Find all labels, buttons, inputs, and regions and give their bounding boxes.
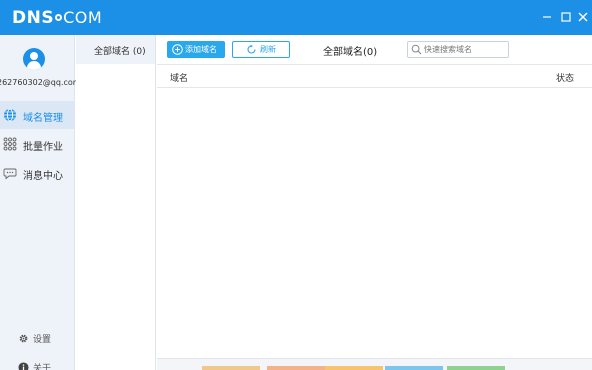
info-icon: [18, 362, 29, 370]
minimize-button[interactable]: [540, 10, 554, 24]
page-title: 全部域名(0): [323, 47, 378, 58]
bottom-bar-segment: [385, 366, 443, 370]
domain-table-body: [157, 88, 592, 358]
close-button[interactable]: [576, 10, 590, 24]
refresh-label: 刷新: [260, 45, 276, 54]
gear-icon: [19, 334, 28, 343]
bottom-bar-segment: [325, 366, 383, 370]
search-icon: [411, 44, 422, 55]
refresh-button[interactable]: 刷新: [232, 41, 290, 58]
domain-group-list: 全部域名 (0): [76, 35, 156, 370]
bottom-bar-segment: [447, 366, 505, 370]
bottom-bar-segment: [202, 366, 260, 370]
grid-dots-icon: [3, 137, 17, 151]
add-domain-label: 添加域名: [185, 45, 217, 54]
nav-item-label: 域名管理: [23, 113, 63, 124]
about-label: 关于: [33, 364, 52, 370]
globe-icon: [4, 108, 16, 122]
main-panel: 添加域名 刷新 全部域名(0) 域名 状态: [157, 35, 592, 370]
add-domain-button[interactable]: 添加域名: [167, 41, 225, 58]
avatar-body-shape: [27, 61, 41, 70]
avatar[interactable]: [23, 48, 45, 70]
refresh-icon: [247, 44, 256, 54]
group-item-all-domains[interactable]: 全部域名 (0): [76, 35, 155, 64]
bottom-bar: [157, 358, 592, 370]
maximize-icon: [561, 12, 571, 22]
app-logo: DNS COM: [12, 8, 102, 28]
group-item-label: 全部域名 (0): [94, 47, 146, 57]
avatar-head-shape: [30, 52, 38, 60]
column-header-domain: 域名: [170, 74, 189, 84]
plus-circle-icon: [172, 44, 183, 55]
title-bar: DNS COM: [0, 0, 592, 35]
nav-item-label: 批量作业: [23, 142, 63, 153]
nav-item-domain-management[interactable]: 域名管理: [0, 101, 75, 129]
search-box[interactable]: [407, 41, 509, 58]
close-icon: [578, 12, 588, 22]
table-header: 域名 状态: [157, 64, 592, 88]
nav-item-label: 消息中心: [23, 171, 63, 182]
maximize-button[interactable]: [559, 10, 573, 24]
logo-suffix: COM: [63, 8, 103, 27]
column-header-status: 状态: [556, 74, 575, 84]
search-input[interactable]: [424, 43, 506, 56]
toolbar: 添加域名 刷新 全部域名(0): [157, 35, 592, 64]
bottom-bar-segment: [267, 366, 325, 370]
chat-bubble-icon: [3, 168, 17, 180]
logo-main: DNS: [12, 8, 55, 28]
account-email: 262760302@qq.com: [0, 78, 77, 87]
logo-dot: [55, 13, 63, 21]
minimize-icon: [543, 16, 551, 18]
left-nav: 262760302@qq.com 域名管理 批量作业 消息中心 设置 关于: [0, 35, 77, 370]
nav-item-batch-jobs[interactable]: 批量作业: [0, 130, 75, 158]
settings-label: 设置: [33, 335, 52, 345]
nav-item-message-center[interactable]: 消息中心: [0, 159, 75, 187]
